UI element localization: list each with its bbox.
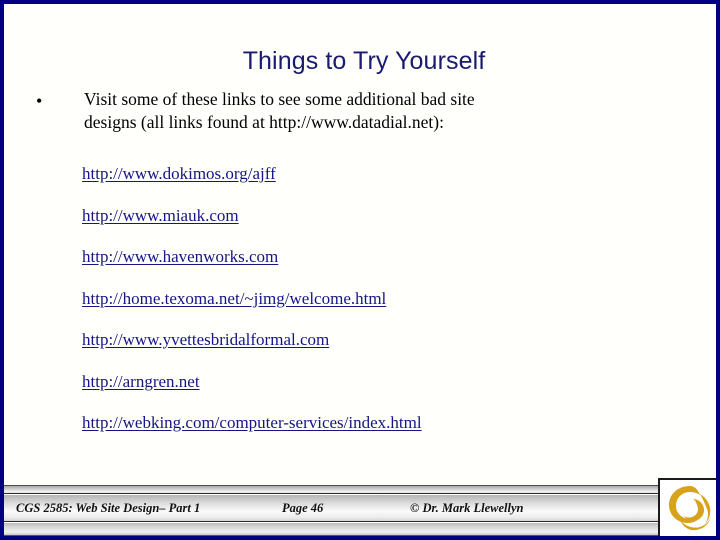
link-list: http://www.dokimos.org/ajff http://www.m… — [82, 164, 682, 455]
bullet-paragraph: • Visit some of these links to see some … — [32, 88, 684, 134]
hyperlink-miauk[interactable]: http://www.miauk.com — [82, 206, 239, 225]
slide-footer: CGS 2585: Web Site Design– Part 1 Page 4… — [4, 480, 716, 536]
footer-top-band — [4, 485, 716, 494]
hyperlink-yvettesbridalformal[interactable]: http://www.yvettesbridalformal.com — [82, 330, 329, 349]
presentation-slide: Things to Try Yourself • Visit some of t… — [0, 0, 720, 540]
footer-page-number: Page 46 — [282, 501, 324, 515]
hyperlink-dokimos[interactable]: http://www.dokimos.org/ajff — [82, 164, 276, 183]
footer-copyright-label: © Dr. Mark Llewellyn — [410, 501, 524, 515]
bullet-text-block: Visit some of these links to see some ad… — [84, 88, 682, 134]
hyperlink-webking[interactable]: http://webking.com/computer-services/ind… — [82, 413, 422, 432]
bullet-marker-icon: • — [36, 91, 43, 111]
bullet-text-line-1: Visit some of these links to see some ad… — [84, 89, 475, 109]
bullet-text-line-2: designs (all links found at http://www.d… — [84, 112, 444, 132]
footer-bottom-band — [4, 523, 716, 536]
footer-course-label: CGS 2585: Web Site Design– Part 1 — [16, 501, 201, 515]
hyperlink-havenworks[interactable]: http://www.havenworks.com — [82, 247, 278, 266]
ucf-pegasus-logo — [658, 478, 716, 536]
hyperlink-texoma[interactable]: http://home.texoma.net/~jimg/welcome.htm… — [82, 289, 386, 308]
page-title: Things to Try Yourself — [242, 46, 486, 75]
pegasus-icon — [660, 480, 716, 536]
hyperlink-arngren[interactable]: http://arngren.net — [82, 372, 200, 391]
